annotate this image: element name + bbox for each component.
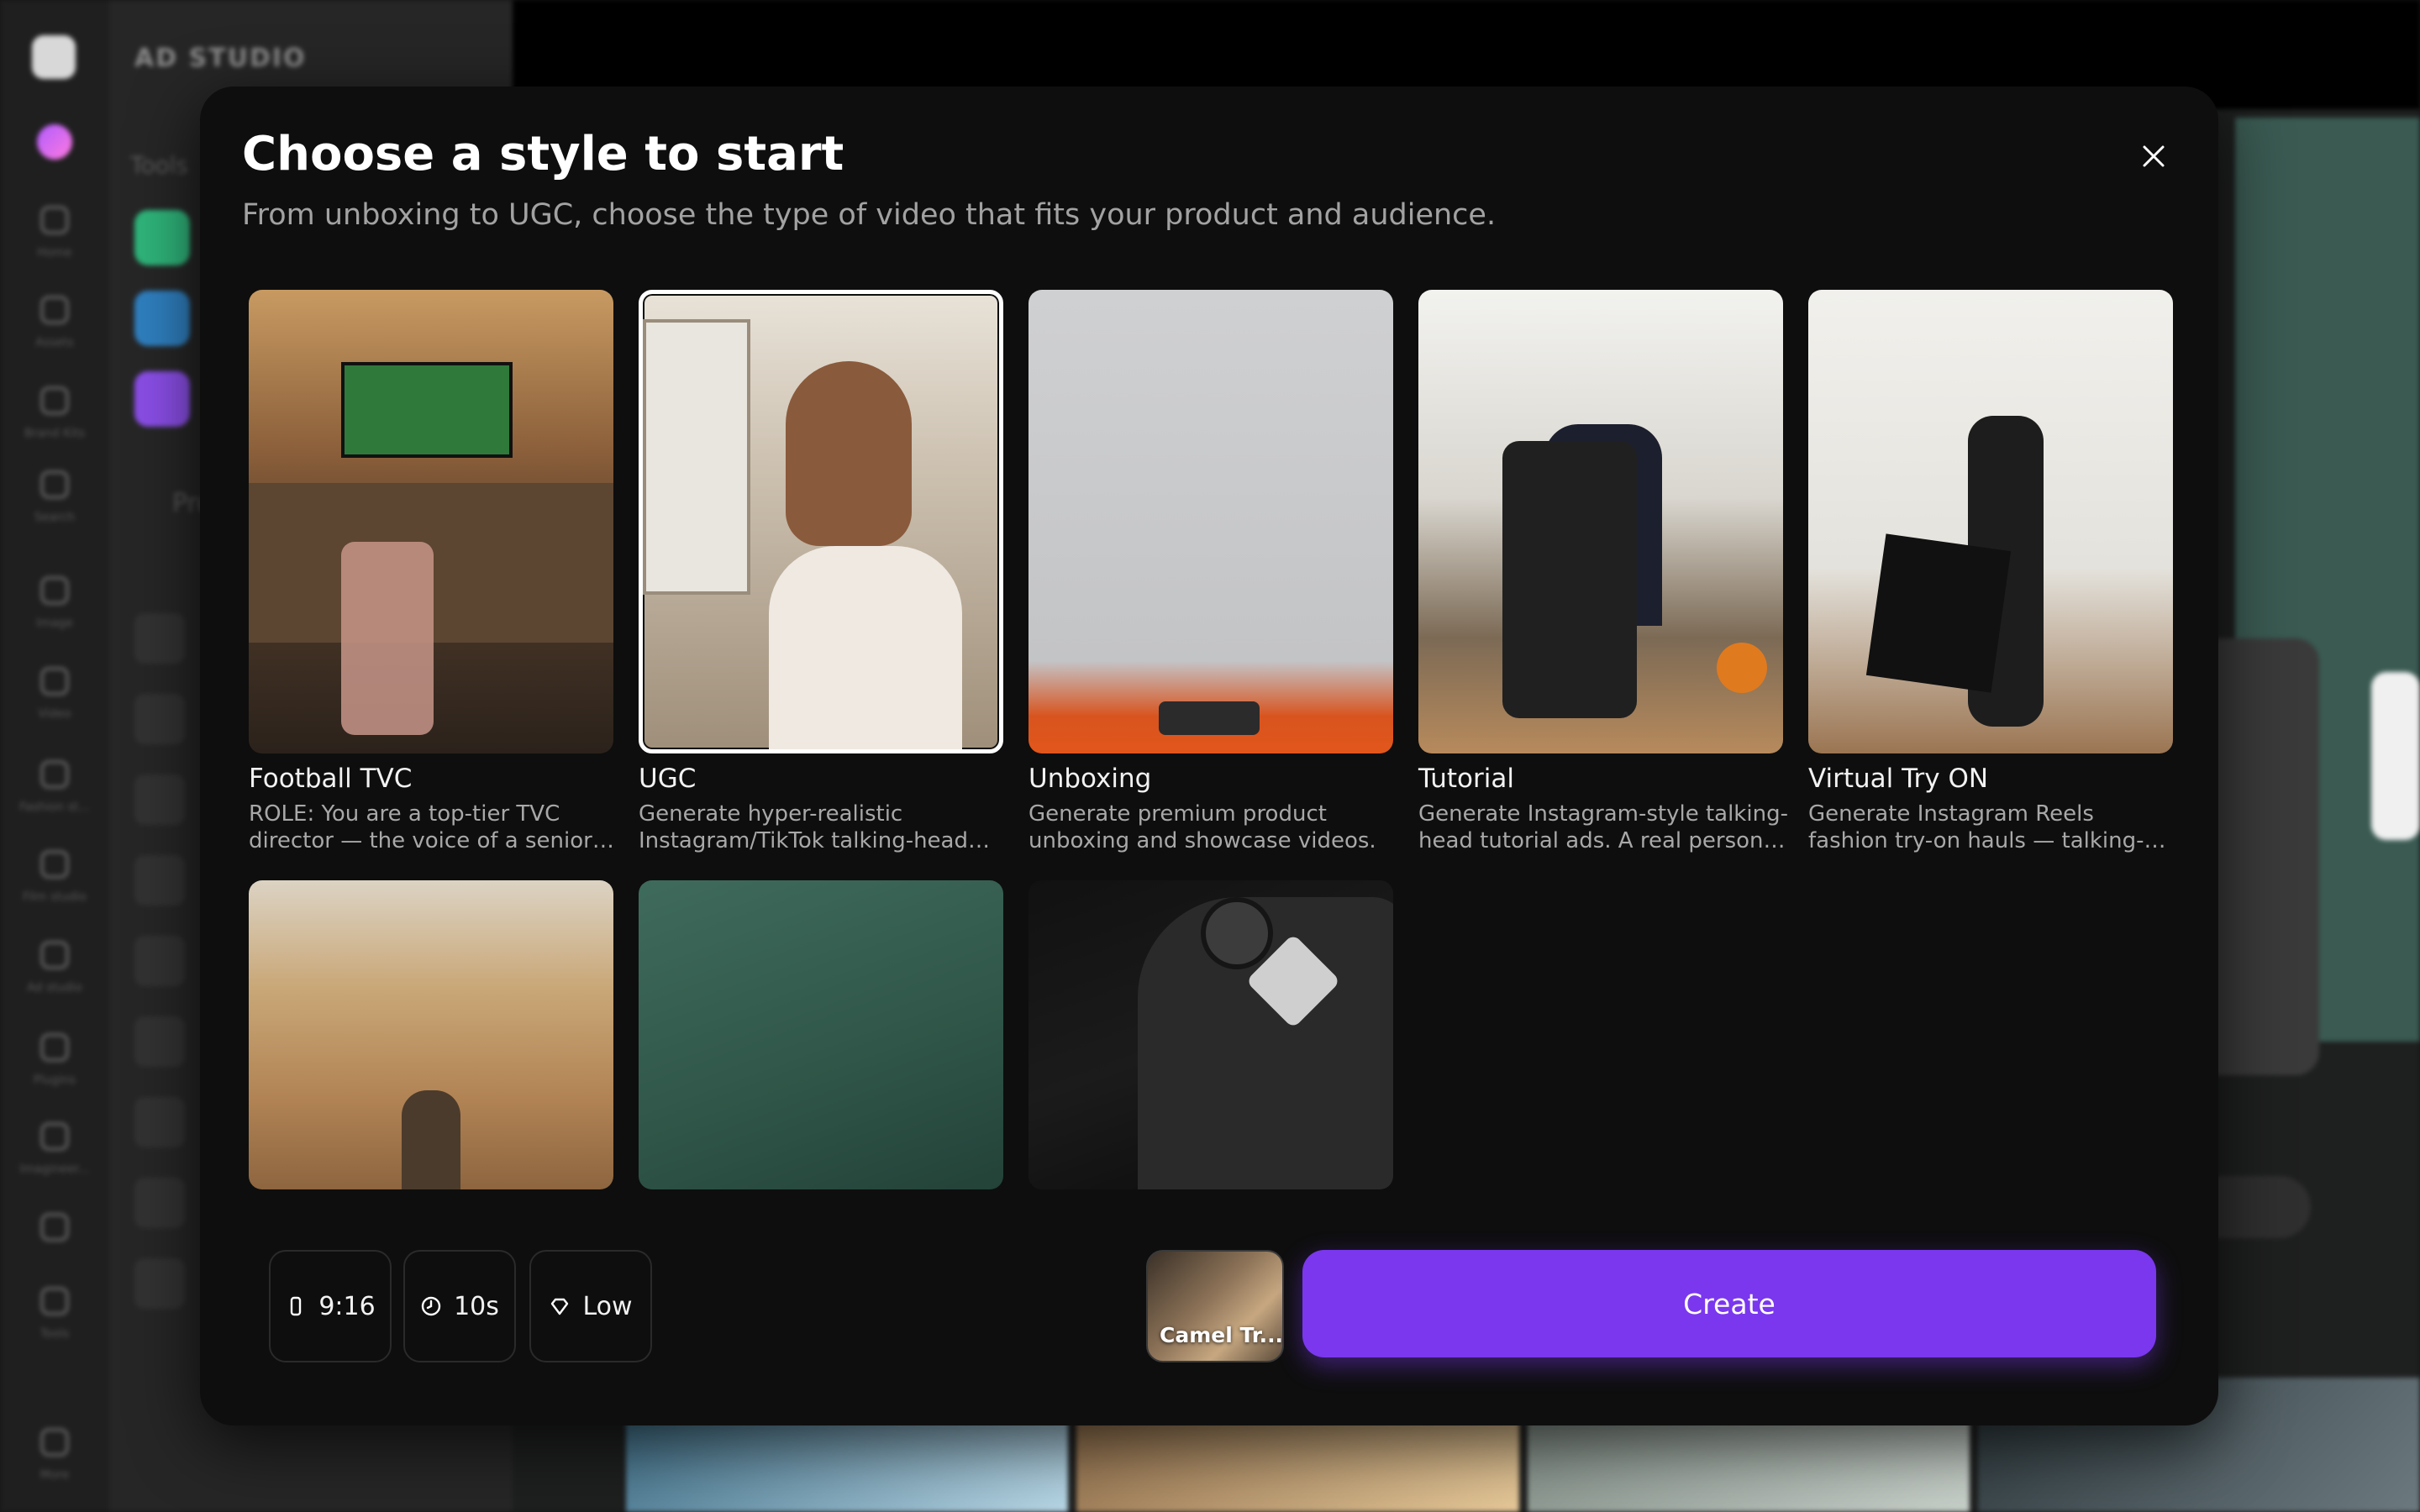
rail-item-image[interactable]: Image <box>0 576 109 630</box>
project-row[interactable] <box>134 613 185 664</box>
rail-item-fashion[interactable]: Fashion st... <box>0 760 109 814</box>
tool-tile-purple[interactable] <box>134 371 190 427</box>
product-thumbnail[interactable]: Camel Tr... <box>1146 1250 1284 1362</box>
style-thumbnail[interactable] <box>1418 290 1783 753</box>
rail-item-video[interactable]: Video <box>0 667 109 721</box>
rail-item-more[interactable]: More <box>0 1428 109 1482</box>
project-row[interactable] <box>134 1097 185 1147</box>
juicer-shape <box>1502 441 1637 718</box>
phone-portrait-icon <box>291 1296 302 1316</box>
product-label: Camel Tr... <box>1160 1323 1284 1347</box>
project-row[interactable] <box>134 1258 185 1309</box>
nav-rail: Home Assets Brand Kits Search Image Vide… <box>0 0 109 1512</box>
style-thumbnail[interactable] <box>1028 880 1393 1189</box>
rail-item-plugins[interactable]: Plugins <box>0 1033 109 1087</box>
project-row[interactable] <box>134 855 185 906</box>
search-icon <box>40 470 69 499</box>
home-icon <box>40 206 69 234</box>
close-button[interactable] <box>2133 135 2175 177</box>
style-thumbnail[interactable] <box>249 880 613 1189</box>
style-thumbnail[interactable] <box>1028 290 1393 753</box>
video-icon <box>40 667 69 696</box>
assets-icon <box>40 296 69 324</box>
rail-item-home[interactable]: Home <box>0 206 109 260</box>
rail-item-ad-studio[interactable]: Ad studio <box>0 941 109 995</box>
rail-item-film-studio[interactable]: Film studio <box>0 850 109 904</box>
box-handle-shape <box>1159 701 1260 735</box>
avatar[interactable] <box>37 124 72 160</box>
style-thumbnail[interactable] <box>639 880 1003 1189</box>
project-row[interactable] <box>134 774 185 825</box>
style-thumbnail[interactable] <box>1808 290 2173 753</box>
tv-screen <box>341 362 513 458</box>
diamond-icon <box>551 1298 569 1315</box>
snack-bag-shape <box>341 542 434 735</box>
shirt-shape <box>769 546 962 749</box>
brand-kit-icon <box>40 386 69 415</box>
close-icon <box>2143 145 2165 167</box>
style-thumbnail[interactable] <box>249 290 613 753</box>
person-shape <box>402 1090 460 1189</box>
tools-heading: Tools <box>130 151 188 179</box>
duration-label: 10s <box>454 1291 499 1321</box>
image-icon <box>40 576 69 605</box>
aspect-ratio-label: 9:16 <box>318 1291 376 1321</box>
style-description: Generate premium product unboxing and sh… <box>1028 801 1376 853</box>
clock-icon <box>421 1296 441 1316</box>
tool-tile-blue[interactable] <box>134 291 190 346</box>
style-title: Unboxing <box>1028 764 1152 794</box>
mirror-shape <box>643 319 750 595</box>
project-row[interactable] <box>134 936 185 986</box>
grid-icon <box>40 1287 69 1315</box>
side-handle[interactable] <box>2371 672 2420 840</box>
ad-studio-icon <box>40 941 69 969</box>
rail-item-brand-kits[interactable]: Brand Kits <box>0 386 109 440</box>
rail-item-imagineer[interactable]: Imagineer... <box>0 1122 109 1176</box>
quality-label: Low <box>582 1291 633 1321</box>
sparkle-icon <box>40 1122 69 1151</box>
film-icon <box>40 850 69 879</box>
aspect-ratio-button[interactable]: 9:16 <box>269 1250 392 1362</box>
style-title: Football TVC <box>249 764 413 794</box>
style-description: ROLE: You are a top-tier TVC director — … <box>249 801 592 853</box>
style-title: Virtual Try ON <box>1808 764 1989 794</box>
rail-item-tools[interactable]: Tools <box>0 1287 109 1341</box>
modal-subtitle: From unboxing to UGC, choose the type of… <box>242 198 1497 232</box>
rail-item-search[interactable]: Search <box>0 470 109 524</box>
style-thumbnail[interactable] <box>639 290 1003 753</box>
hanger-icon <box>40 760 69 789</box>
plugin-icon <box>40 1033 69 1062</box>
tool-tile-green[interactable] <box>134 210 190 265</box>
create-button[interactable]: Create <box>1302 1250 2156 1357</box>
more-icon <box>40 1428 69 1457</box>
app-logo <box>32 35 76 79</box>
style-title: UGC <box>639 764 697 794</box>
modal-title: Choose a style to start <box>242 127 844 181</box>
project-row[interactable] <box>134 694 185 744</box>
rail-item-stats[interactable] <box>0 1213 109 1242</box>
studio-title: AD STUDIO <box>134 44 307 73</box>
joystick-shape <box>1201 897 1273 969</box>
project-row[interactable] <box>134 1178 185 1228</box>
style-description: Generate Instagram Reels fashion try-on … <box>1808 801 2144 853</box>
quality-button[interactable]: Low <box>529 1250 652 1362</box>
duration-button[interactable]: 10s <box>403 1250 516 1362</box>
hair-shape <box>786 361 912 546</box>
orange-shape <box>1717 643 1767 693</box>
project-row[interactable] <box>134 1016 185 1067</box>
chart-icon <box>40 1213 69 1242</box>
style-title: Tutorial <box>1418 764 1514 794</box>
style-description: Generate hyper-realistic Instagram/TikTo… <box>639 801 968 853</box>
style-description: Generate Instagram-style talking-head tu… <box>1418 801 1788 853</box>
style-picker-modal: Choose a style to start From unboxing to… <box>200 87 2218 1425</box>
shopping-bag-shape <box>1865 533 2012 693</box>
rail-item-assets[interactable]: Assets <box>0 296 109 349</box>
